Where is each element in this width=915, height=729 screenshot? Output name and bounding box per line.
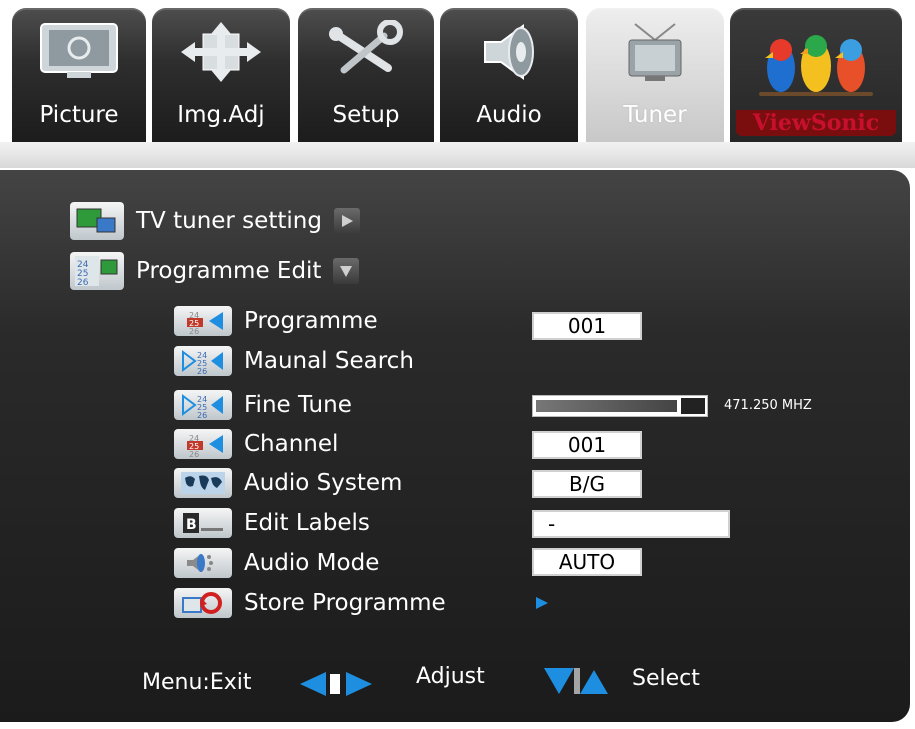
footer-adjust: Adjust xyxy=(416,664,485,689)
audio-mode-speaker-icon xyxy=(174,548,232,578)
menu-item-label: Programme xyxy=(244,308,378,334)
tab-label: Tuner xyxy=(623,102,687,128)
move-arrows-icon xyxy=(173,20,269,88)
wrench-screwdriver-icon xyxy=(326,19,406,84)
speaker-icon xyxy=(471,20,547,88)
tuner-setting-icon xyxy=(70,202,124,240)
search-channel-icon: 24 25 26 xyxy=(174,346,232,376)
fine-tune-slider-end xyxy=(681,398,705,414)
footer-select: Select xyxy=(632,666,700,691)
channel-number-icon: 24 25 26 xyxy=(174,429,232,459)
programme-list-icon: 24 25 26 xyxy=(70,252,124,290)
menu-item-channel[interactable]: 24 25 26 Channel xyxy=(174,429,338,459)
down-up-arrows-icon xyxy=(540,664,612,706)
svg-text:26: 26 xyxy=(77,278,89,288)
tab-tuner[interactable]: Tuner xyxy=(586,8,724,142)
tab-label: Setup xyxy=(332,102,400,128)
menu-item-label: Audio System xyxy=(244,470,403,496)
tab-label: Picture xyxy=(39,102,119,128)
edit-labels-input[interactable]: - xyxy=(532,510,730,538)
menu-item-tv-tuner-setting[interactable]: TV tuner setting xyxy=(70,202,360,240)
tab-label: Img.Adj xyxy=(177,102,265,128)
fine-tune-icon: 24 25 26 xyxy=(174,390,232,420)
svg-text:26: 26 xyxy=(189,327,199,334)
menu-item-programme[interactable]: 24 25 26 Programme xyxy=(174,306,378,336)
menu-item-store-programme[interactable]: Store Programme xyxy=(174,588,446,618)
menu-item-label: Maunal Search xyxy=(244,348,414,374)
menu-item-label: Edit Labels xyxy=(244,510,370,536)
menu-item-manual-search[interactable]: 24 25 26 Maunal Search xyxy=(174,346,414,376)
tuner-menu-panel: TV tuner setting 24 25 26 Programme Edit… xyxy=(0,170,910,722)
brand-logo-text: ViewSonic xyxy=(736,110,896,136)
tab-viewsonic-brand: ViewSonic xyxy=(730,8,902,142)
left-right-arrows-icon xyxy=(298,670,374,704)
menu-item-label: Fine Tune xyxy=(244,392,352,418)
tab-bar: Picture Img.Adj Setup Audio Tuner ViewSo… xyxy=(0,0,915,150)
menu-item-label: TV tuner setting xyxy=(136,208,322,234)
fine-tune-frequency: 471.250 MHZ xyxy=(724,398,812,413)
menu-item-label: Programme Edit xyxy=(136,258,322,284)
tab-label: Audio xyxy=(476,102,542,128)
world-map-icon xyxy=(174,468,232,498)
label-tag-icon: B xyxy=(174,508,232,538)
birds-logo-icon xyxy=(751,16,881,108)
fine-tune-slider[interactable] xyxy=(532,395,708,417)
tab-audio[interactable]: Audio xyxy=(440,8,578,142)
store-refresh-icon xyxy=(174,588,232,618)
menu-item-label: Channel xyxy=(244,431,339,457)
fine-tune-slider-fill xyxy=(536,400,677,412)
menu-item-programme-edit[interactable]: 24 25 26 Programme Edit xyxy=(70,252,360,290)
svg-text:B: B xyxy=(186,517,197,533)
audio-system-value[interactable]: B/G xyxy=(532,470,642,498)
tv-antenna-icon xyxy=(615,20,695,88)
channel-value[interactable]: 001 xyxy=(532,431,642,459)
store-programme-arrow-icon[interactable] xyxy=(534,595,550,614)
menu-item-label: Audio Mode xyxy=(244,550,380,576)
menu-item-audio-mode[interactable]: Audio Mode xyxy=(174,548,379,578)
tab-setup[interactable]: Setup xyxy=(298,8,434,142)
menu-item-label: Store Programme xyxy=(244,590,446,616)
menu-item-audio-system[interactable]: Audio System xyxy=(174,468,402,498)
arrow-down-icon[interactable] xyxy=(333,258,360,284)
svg-text:26: 26 xyxy=(197,367,207,374)
tab-picture[interactable]: Picture xyxy=(12,8,146,142)
arrow-right-icon[interactable] xyxy=(333,208,360,234)
monitor-icon xyxy=(37,20,121,84)
menu-item-fine-tune[interactable]: 24 25 26 Fine Tune xyxy=(174,390,352,420)
footer-menu-exit: Menu:Exit xyxy=(142,670,252,695)
programme-value[interactable]: 001 xyxy=(532,312,642,340)
tab-img-adj[interactable]: Img.Adj xyxy=(152,8,290,142)
svg-text:26: 26 xyxy=(189,450,199,457)
programme-number-icon: 24 25 26 xyxy=(174,306,232,336)
tab-underbar xyxy=(0,142,915,168)
svg-text:26: 26 xyxy=(197,411,207,418)
menu-item-edit-labels[interactable]: B Edit Labels xyxy=(174,508,370,538)
audio-mode-value[interactable]: AUTO xyxy=(532,548,642,576)
